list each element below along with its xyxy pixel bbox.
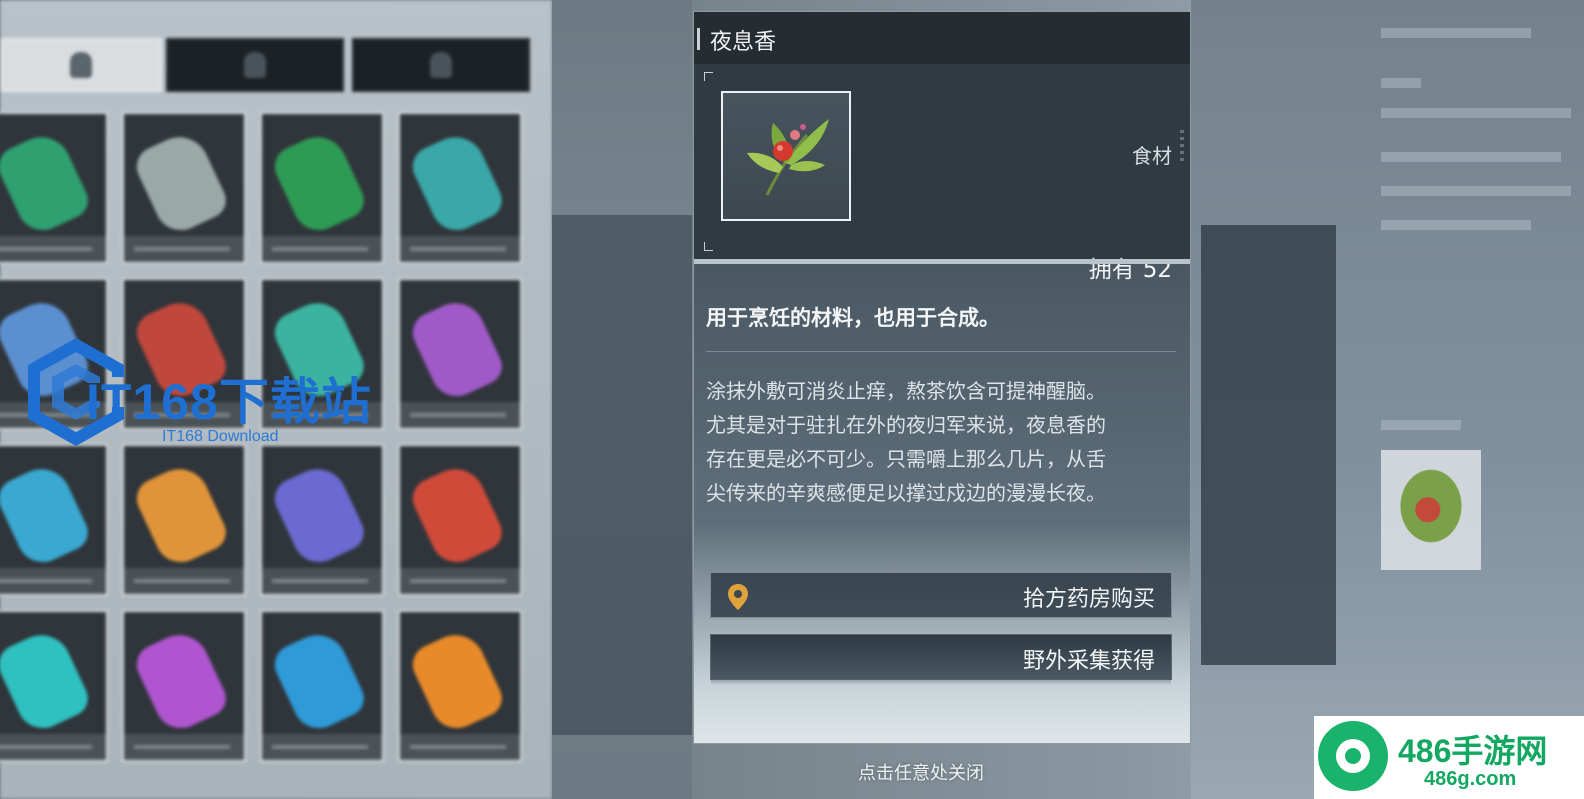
flask-icon [244,52,266,78]
watermark-subtitle: IT168 Download [162,428,279,445]
source-label: 野外采集获得 [1022,649,1155,674]
inventory-slot[interactable] [0,112,108,264]
source-button-pharmacy[interactable]: 拾方药房购买 [710,572,1172,618]
inventory-slot[interactable] [398,444,522,596]
inventory-tab-2[interactable] [166,38,344,92]
inventory-slot[interactable] [398,112,522,264]
inventory-slot[interactable] [0,444,108,596]
herb-thumbnail-icon [1399,468,1463,544]
item-short-description: 用于烹饪的材料，也用于合成。 [706,306,1000,330]
item-icon-frame [721,91,851,221]
location-pin-icon [728,584,748,610]
card-header: 夜息香 [694,12,1190,64]
inventory-slot[interactable] [260,444,384,596]
item-name: 夜息香 [710,30,777,55]
inventory-slot[interactable] [122,610,246,762]
watermark-486-url: 486g.com [1424,768,1517,790]
inventory-slot[interactable] [398,278,522,430]
item-type: 食材 [1132,144,1172,168]
inventory-slot[interactable] [122,444,246,596]
description-divider [706,351,1176,352]
watermark-486-title: 486手游网 [1398,733,1548,769]
watermark-486: 486手游网 486g.com [1314,716,1584,799]
inventory-slot[interactable] [122,112,246,264]
inventory-tab-1[interactable] [0,38,162,92]
herb-berry-icon [747,119,829,196]
bag-icon [70,52,92,78]
item-lore-text: 涂抹外敷可消炎止痒，熬茶饮含可提神醒脑。 尤其是对于驻扎在外的夜归军来说，夜息香… [706,379,1106,505]
owned-count: 拥有 52 [1089,250,1172,284]
inventory-slot[interactable] [260,610,384,762]
source-label: 拾方药房购买 [1022,587,1155,612]
watermark-title: IT168下载站 [86,374,372,430]
close-hint[interactable]: 点击任意处关闭 [858,759,984,785]
inventory-slot[interactable] [0,610,108,762]
inventory-slot[interactable] [398,610,522,762]
background-middle [552,0,692,799]
scroll-indicator [1180,130,1184,210]
inventory-slot[interactable] [260,112,384,264]
title-accent-bar [697,28,700,50]
source-button-gathering[interactable]: 野外采集获得 [710,634,1172,685]
box-icon [430,52,452,78]
watermark-it168: IT168下载站 IT168 Download [16,328,406,458]
486-logo-icon [1318,721,1388,791]
inventory-tab-3[interactable] [352,38,530,92]
item-detail-card[interactable]: 夜息香 食材 拥有 52 用于烹饪的材料，也用于合成。 涂抹外敷可消炎止痒，熬茶… [693,11,1191,744]
background-right-panel [1191,0,1584,799]
inventory-tabs [0,38,530,92]
section-divider [694,259,1190,264]
